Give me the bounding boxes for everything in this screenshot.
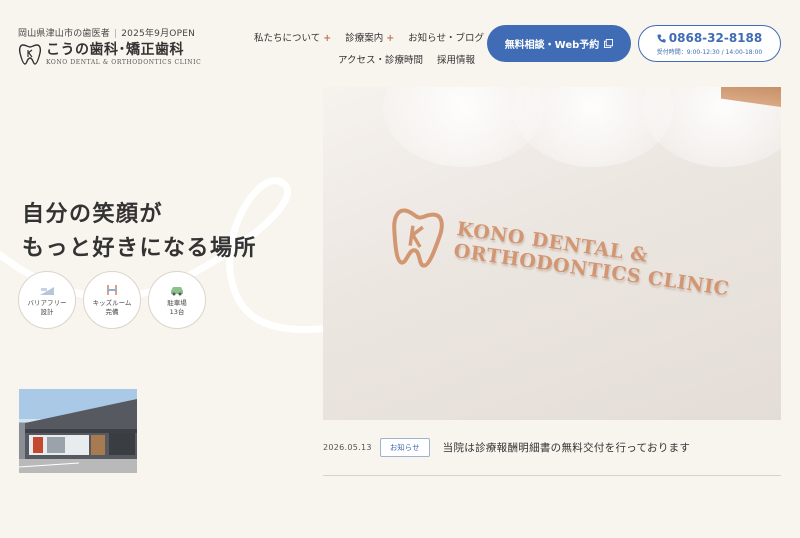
badge-kids-room: キッズルーム 完備 <box>83 271 141 329</box>
parking-car-icon <box>171 286 183 295</box>
barrier-free-icon <box>40 286 54 295</box>
badge-parking: 駐車場 13台 <box>148 271 206 329</box>
news-date: 2026.05.13 <box>323 443 372 452</box>
hero-photo-clinic-sign: KONO DENTAL & ORTHODONTICS CLINIC <box>323 87 781 420</box>
phone-contact-button[interactable]: 0868-32-8188 受付時間：9:00-12:30 / 14:00-18:… <box>638 25 781 62</box>
badge-barrier-free: バリアフリー 設計 <box>18 271 76 329</box>
clinic-wall-sign: KONO DENTAL & ORTHODONTICS CLINIC <box>389 195 736 300</box>
global-nav: 私たちについて + 診療案内 + お知らせ・ブログ アクセス・診療時間 採用情報 <box>254 26 484 70</box>
hero-title: 自分の笑顔が もっと好きになる場所 <box>22 202 258 261</box>
external-link-icon <box>604 39 614 48</box>
web-reserve-button[interactable]: 無料相談・Web予約 <box>487 25 631 62</box>
nav-access-hours[interactable]: アクセス・診療時間 <box>338 52 423 66</box>
expand-plus-icon: + <box>386 33 395 44</box>
nav-news-blog[interactable]: お知らせ・ブログ <box>408 30 484 44</box>
news-item[interactable]: 2026.05.13 お知らせ 当院は診療報酬明細書の無料交付を行っております <box>323 438 781 476</box>
phone-number: 0868-32-8188 <box>668 31 763 45</box>
expand-plus-icon: + <box>323 33 332 44</box>
tooth-sign-icon <box>392 208 444 268</box>
nav-services[interactable]: 診療案内 + <box>345 30 394 44</box>
nav-about[interactable]: 私たちについて + <box>254 30 331 44</box>
site-tagline: 岡山県津山市の歯医者 | 2025年9月OPEN <box>18 29 196 39</box>
kids-room-icon <box>107 284 117 295</box>
phone-icon <box>657 33 666 43</box>
logo-name: こうの歯科･矯正歯科 <box>46 42 184 58</box>
tooth-logo-icon <box>18 44 42 65</box>
reception-hours: 受付時間：9:00-12:30 / 14:00-18:00 <box>656 49 763 56</box>
feature-badges: バリアフリー 設計 キッズルーム 完備 駐車場 13台 <box>18 271 206 329</box>
clinic-exterior-photo <box>19 389 137 473</box>
news-title-link[interactable]: 当院は診療報酬明細書の無料交付を行っております <box>443 440 691 455</box>
nav-recruit[interactable]: 採用情報 <box>437 52 475 66</box>
logo-english: KONO DENTAL & ORTHODONTICS CLINIC <box>46 59 202 66</box>
news-category-badge: お知らせ <box>379 438 430 457</box>
site-logo[interactable]: 岡山県津山市の歯医者 | 2025年9月OPEN こうの歯科･矯正歯科 KONO D… <box>18 26 201 66</box>
